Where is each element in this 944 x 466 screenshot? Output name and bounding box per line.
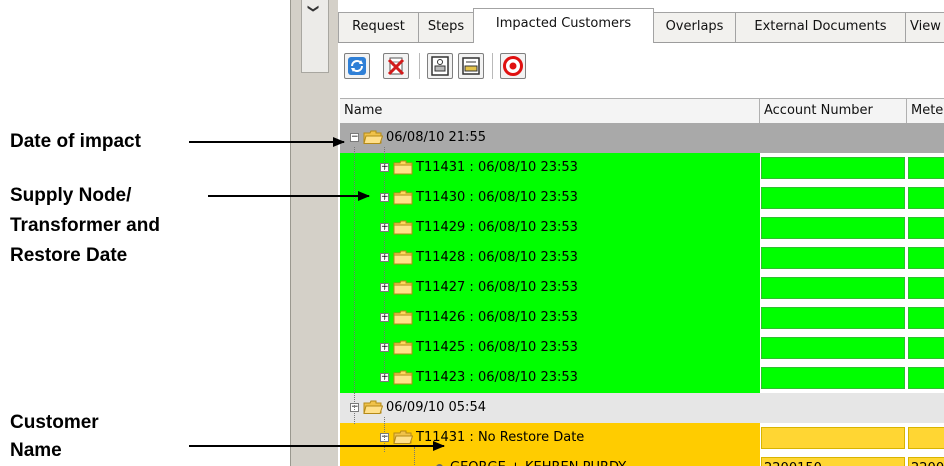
- annotation-arrows: [189, 137, 445, 451]
- tab-impacted-customers[interactable]: Impacted Customers: [473, 8, 654, 43]
